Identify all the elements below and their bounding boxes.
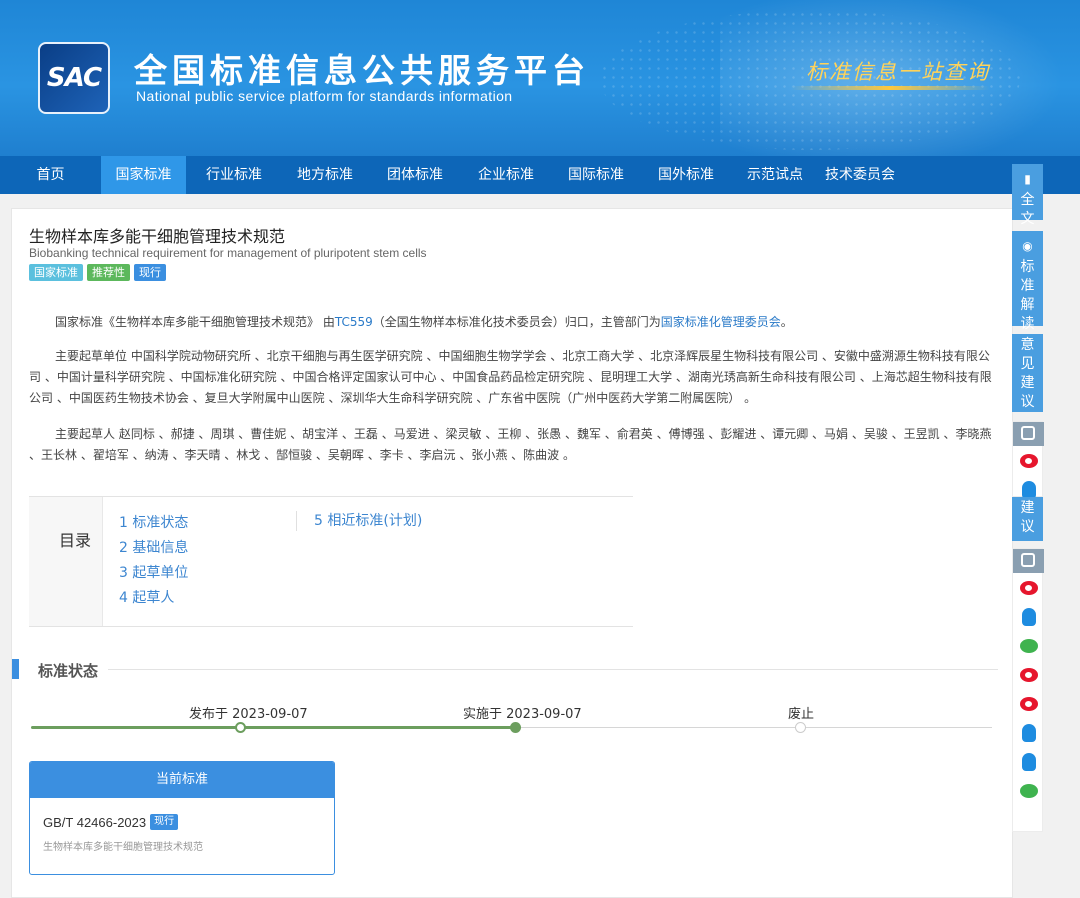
drafters-paragraph: 主要起草人 赵同标 、郝捷 、周琪 、曹佳妮 、胡宝洋 、王磊 、马爱进 、梁灵… <box>29 427 992 462</box>
nav-local-standards[interactable]: 地方标准 <box>282 156 368 194</box>
toc-item-status[interactable]: 1 标准状态 <box>119 511 188 536</box>
toc-item-basic-info[interactable]: 2 基础信息 <box>119 536 188 561</box>
standard-title-en: Biobanking technical requirement for man… <box>29 246 427 260</box>
current-standard-name: 生物样本库多能干细胞管理技术规范 <box>43 842 203 853</box>
nav-foreign-standards[interactable]: 国外标准 <box>642 156 730 194</box>
timeline-dot-implemented <box>510 722 521 733</box>
share-icon[interactable] <box>1013 422 1044 446</box>
document-icon: ▮ <box>1024 172 1031 186</box>
nav-pilot-demo[interactable]: 示范试点 <box>730 156 820 194</box>
current-standard-header: 当前标准 <box>30 762 334 798</box>
timeline-dot-abolished <box>795 722 806 733</box>
nav-group-standards[interactable]: 团体标准 <box>368 156 462 194</box>
site-header: SAC 全国标准信息公共服务平台 National public service… <box>0 0 1080 156</box>
qq-icon[interactable] <box>1013 747 1044 776</box>
nav-enterprise-standards[interactable]: 企业标准 <box>462 156 550 194</box>
share-panel <box>1012 421 1044 499</box>
nav-national-standards[interactable]: 国家标准 <box>101 156 186 194</box>
current-standard-box[interactable]: 当前标准 GB/T 42466-2023 现行 生物样本库多能干细胞管理技术规范 <box>29 761 335 875</box>
tc-link[interactable]: TC559 <box>335 315 373 329</box>
timeline-published: 发布于 2023-09-07 <box>189 707 308 722</box>
weibo-icon[interactable] <box>1013 660 1044 689</box>
drafting-units-paragraph: 主要起草单位 中国科学院动物研究所 、北京干细胞与再生医学研究院 、中国细胞生物… <box>29 349 992 405</box>
nav-home[interactable]: 首页 <box>0 156 101 194</box>
toc-item-drafters[interactable]: 4 起草人 <box>119 586 188 611</box>
nav-international-standards[interactable]: 国际标准 <box>550 156 642 194</box>
toc-label: 目录 <box>59 531 92 550</box>
nav-industry-standards[interactable]: 行业标准 <box>186 156 282 194</box>
nav-tech-committee[interactable]: 技术委员会 <box>820 156 900 194</box>
qq-icon[interactable] <box>1013 602 1044 631</box>
standard-title: 生物样本库多能干细胞管理技术规范 <box>29 227 286 246</box>
share-panel-stacked <box>1012 548 1044 832</box>
wechat-icon[interactable] <box>1013 776 1044 805</box>
table-of-contents: 目录 1 标准状态 2 基础信息 3 起草单位 4 起草人 5 相近标准(计划) <box>29 496 633 627</box>
weibo-icon[interactable] <box>1013 446 1044 475</box>
section-title-status: 标准状态 <box>38 662 99 680</box>
badge-recommended: 推荐性 <box>87 264 130 281</box>
full-text-button[interactable]: ▮ 全文 <box>1012 164 1043 227</box>
timeline-dot-published <box>235 722 246 733</box>
qq-icon[interactable] <box>1013 718 1044 747</box>
weibo-icon[interactable] <box>1013 689 1044 718</box>
site-subtitle: National public service platform for sta… <box>136 88 513 104</box>
current-standard-badge: 现行 <box>150 814 179 830</box>
department-link[interactable]: 国家标准化管理委员会 <box>661 315 781 329</box>
timeline-abolished: 废止 <box>788 707 815 722</box>
interpretation-button[interactable]: ◉ 标准解读 <box>1012 231 1043 332</box>
intro-paragraph: 国家标准《生物样本库多能干细胞管理技术规范》 由TC559（全国生物样本标准化技… <box>55 315 793 329</box>
feedback-button[interactable]: 意见建议 <box>1012 334 1043 412</box>
feedback-button-overlap[interactable]: 建议 <box>1012 497 1043 541</box>
current-standard-code[interactable]: GB/T 42466-2023 <box>43 815 146 830</box>
wechat-icon[interactable] <box>1013 631 1044 660</box>
site-title: 全国标准信息公共服务平台 <box>134 51 590 90</box>
timeline-implemented: 实施于 2023-09-07 <box>463 707 582 722</box>
timeline-progress <box>31 726 517 729</box>
toc-item-similar-standards[interactable]: 5 相近标准(计划) <box>296 511 422 531</box>
share-icon[interactable] <box>1013 549 1044 573</box>
main-nav: 首页 国家标准 行业标准 地方标准 团体标准 企业标准 国际标准 国外标准 示范… <box>0 156 1080 194</box>
badge-current: 现行 <box>134 264 166 281</box>
sac-logo[interactable]: SAC <box>38 42 110 114</box>
standard-badges: 国家标准 推荐性 现行 <box>29 264 166 281</box>
toc-item-drafting-units[interactable]: 3 起草单位 <box>119 561 188 586</box>
slogan: 标准信息一站查询 <box>806 60 990 84</box>
badge-national: 国家标准 <box>29 264 83 281</box>
standard-detail-card: 生物样本库多能干细胞管理技术规范 Biobanking technical re… <box>11 208 1013 898</box>
weibo-icon[interactable] <box>1013 573 1044 602</box>
circle-icon: ◉ <box>1022 239 1033 253</box>
